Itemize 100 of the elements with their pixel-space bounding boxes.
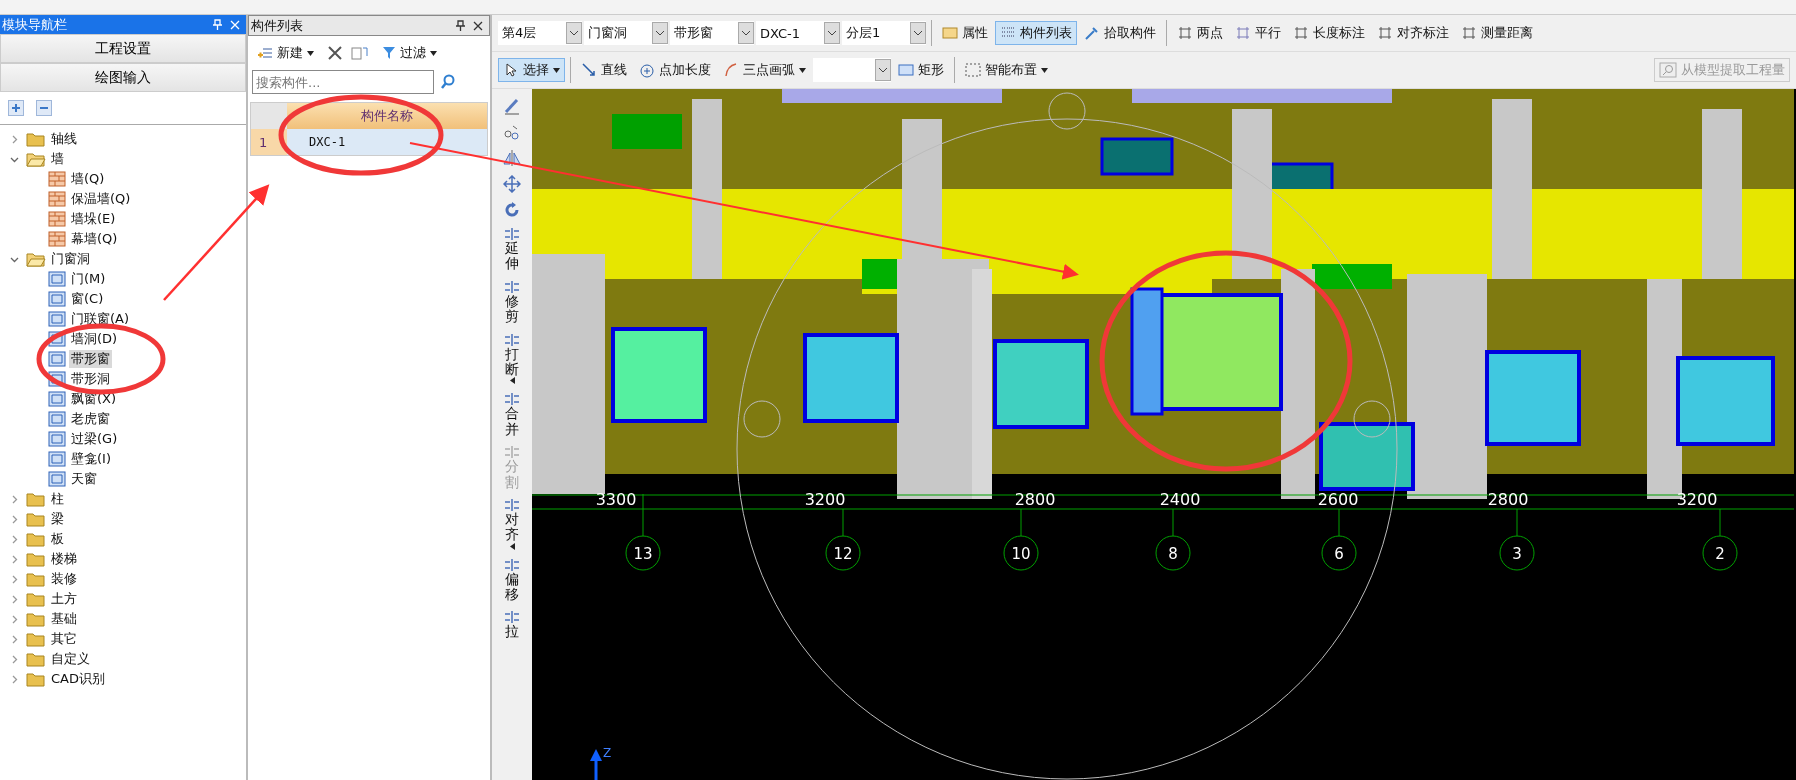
draw-tool-button[interactable]: 选择 (498, 58, 565, 82)
search-field[interactable]: 搜索构件... (252, 70, 434, 94)
side-tool-button[interactable]: 打断 (503, 332, 521, 385)
table-cell[interactable]: DXC-1 (287, 129, 487, 155)
dimension-icon (1293, 26, 1309, 40)
nav-button[interactable]: 工程设置 (0, 34, 246, 63)
tree-item[interactable]: 墙洞(D) (69, 330, 120, 348)
tree-item[interactable]: 幕墙(Q) (69, 230, 120, 248)
draw-tool-button[interactable]: 智能布置 (960, 58, 1053, 82)
close-icon[interactable] (473, 20, 483, 31)
tree-item[interactable]: 板 (49, 530, 66, 548)
side-tool-button[interactable]: 修剪 (503, 279, 521, 325)
new-button[interactable]: 新建 (252, 41, 319, 65)
orbit-handle[interactable] (743, 400, 781, 438)
tree-item[interactable]: 门联窗(A) (69, 310, 132, 328)
toolbar-button[interactable]: 拾取构件 (1079, 21, 1161, 45)
side-tool-button[interactable]: 拉 (503, 610, 521, 640)
tree-item[interactable]: 楼梯 (49, 550, 79, 568)
tree-item[interactable]: 其它 (49, 630, 79, 648)
tree-item[interactable]: 轴线 (49, 130, 79, 148)
tree-item[interactable]: CAD识别 (49, 670, 107, 688)
eyedropper-icon (1084, 26, 1100, 40)
tree-item[interactable]: 带形窗 (69, 350, 112, 368)
side-tool-button[interactable]: 偏移 (503, 557, 521, 603)
tree-item[interactable]: 墙 (49, 150, 66, 168)
dimension-icon (1177, 26, 1193, 40)
copy-icon[interactable] (351, 45, 369, 61)
tree-item[interactable]: 门(M) (69, 270, 108, 288)
folder-icon (26, 591, 46, 607)
tree-item[interactable]: 门窗洞 (49, 250, 92, 268)
tree-item[interactable]: 过梁(G) (69, 430, 120, 448)
dimension-tool-button[interactable]: 平行 (1230, 21, 1286, 45)
tree-item[interactable]: 飘窗(X) (69, 390, 119, 408)
orbit-handle[interactable] (1048, 92, 1086, 130)
pin-icon[interactable] (456, 20, 465, 31)
draw-tool-button[interactable]: 三点画弧 (718, 58, 811, 82)
collapse-all-icon[interactable] (36, 100, 52, 116)
expand-all-icon[interactable] (8, 100, 24, 116)
component-icon (48, 311, 66, 327)
component-icon (48, 271, 66, 287)
tree-item[interactable]: 带形洞 (69, 370, 112, 388)
tree-item[interactable]: 老虎窗 (69, 410, 112, 428)
layer-dropdown[interactable]: 门窗洞 (584, 21, 668, 45)
component-icon (48, 231, 66, 247)
layer-dropdown[interactable]: 第4层 (498, 21, 582, 45)
draw-tool-button[interactable]: 矩形 (893, 58, 949, 82)
tree-item[interactable]: 梁 (49, 510, 66, 528)
dotted-square-icon (965, 63, 981, 77)
list-icon (1000, 26, 1016, 40)
arc-mode-dropdown[interactable] (813, 58, 891, 82)
tree-item[interactable]: 天窗 (69, 470, 99, 488)
new-list-icon (257, 46, 273, 60)
side-tool-button[interactable]: 对齐 (503, 497, 521, 550)
move-icon[interactable] (503, 175, 521, 193)
tree-item[interactable]: 窗(C) (69, 290, 106, 308)
component-icon (48, 351, 66, 367)
tree-item[interactable]: 装修 (49, 570, 79, 588)
toolbar-button[interactable]: 构件列表 (995, 21, 1077, 45)
folder-icon (26, 131, 46, 147)
tree-item[interactable]: 柱 (49, 490, 66, 508)
folder-icon (26, 671, 46, 687)
tree-item[interactable]: 墙(Q) (69, 170, 107, 188)
delete-icon[interactable] (327, 45, 343, 61)
edit-tool-icon (503, 557, 521, 572)
toolbar-button[interactable]: 属性 (937, 21, 993, 45)
dimension-tool-button[interactable]: 测量距离 (1456, 21, 1538, 45)
tree-item[interactable]: 保温墙(Q) (69, 190, 133, 208)
copy-move-icon[interactable] (503, 123, 521, 141)
layer-dropdown[interactable]: DXC-1 (756, 21, 840, 45)
tree-item[interactable]: 墙垛(E) (69, 210, 118, 228)
brush-icon[interactable] (503, 97, 521, 115)
folder-icon (26, 611, 46, 627)
axis-bubble: 13 (625, 535, 661, 571)
orbit-handle[interactable] (1353, 400, 1391, 438)
side-tool-button[interactable]: 合并 (503, 392, 521, 438)
dimension-tool-button[interactable]: 对齐标注 (1372, 21, 1454, 45)
folder-icon (26, 491, 46, 507)
tree-item[interactable]: 基础 (49, 610, 79, 628)
draw-tool-button[interactable]: 直线 (576, 58, 632, 82)
side-tool-button[interactable]: 延伸 (503, 227, 521, 272)
layer-dropdown[interactable]: 分层1 (842, 21, 926, 45)
search-icon[interactable] (440, 74, 456, 90)
tree-item[interactable]: 土方 (49, 590, 79, 608)
caret-icon (509, 377, 515, 385)
dimension-tool-button[interactable]: 两点 (1172, 21, 1228, 45)
3d-view[interactable]: 3300 3200 2800 2400 2600 2800 3200 13 12 10 8 6 3 2 Z (532, 89, 1796, 780)
edit-tool-icon (503, 227, 521, 241)
folder-icon (26, 631, 46, 647)
component-icon (48, 431, 66, 447)
draw-tool-button[interactable]: 点加长度 (634, 58, 716, 82)
nav-button[interactable]: 绘图输入 (0, 63, 246, 92)
rotate-icon[interactable] (503, 201, 521, 219)
filter-button[interactable]: 过滤 (377, 41, 442, 65)
column-header[interactable]: 构件名称 (287, 103, 487, 129)
tree-item[interactable]: 壁龛(I) (69, 450, 113, 468)
dimension-tool-button[interactable]: 长度标注 (1288, 21, 1370, 45)
dimension-label: 3200 (1676, 490, 1718, 509)
layer-dropdown[interactable]: 带形窗 (670, 21, 754, 45)
tree-item[interactable]: 自定义 (49, 650, 92, 668)
mirror-icon[interactable] (503, 149, 521, 167)
